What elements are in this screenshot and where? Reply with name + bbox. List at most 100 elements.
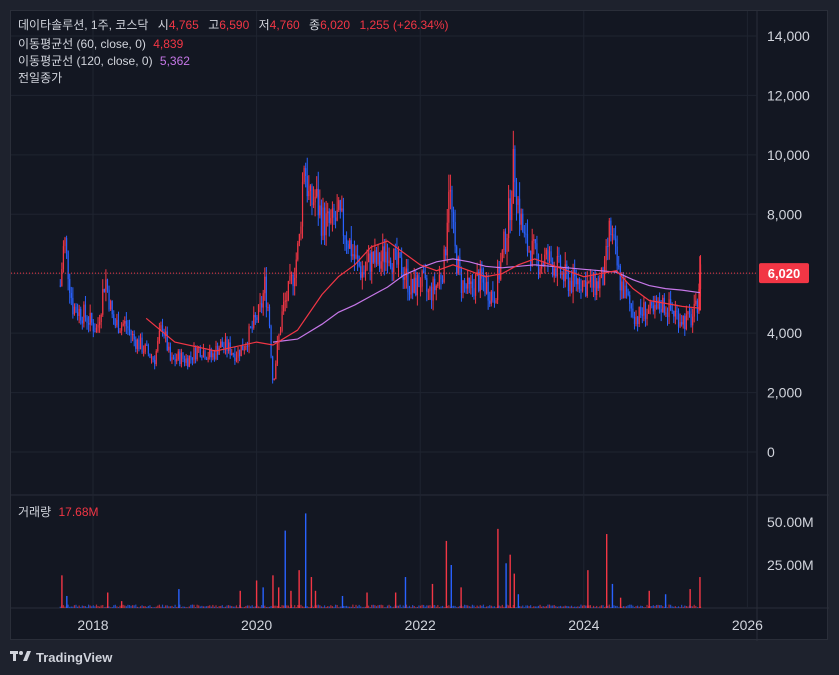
volume-bar	[465, 605, 467, 608]
volume-spike	[648, 590, 650, 608]
candle-body	[434, 278, 436, 291]
candle-body	[597, 281, 599, 289]
candle-body	[64, 238, 66, 247]
candle-body	[509, 198, 511, 221]
volume-bar	[569, 606, 571, 608]
volume-bar	[327, 606, 329, 608]
candle-body	[185, 358, 187, 363]
candle-body	[319, 205, 321, 216]
price-chart[interactable]: 14,00012,00010,0008,0006,0004,0002,00002…	[11, 11, 829, 641]
volume-bar	[194, 607, 197, 608]
volume-bar	[114, 604, 116, 608]
candle-body	[652, 305, 654, 312]
candle-body	[585, 280, 587, 296]
volume-bar	[124, 605, 126, 608]
watermark-text: TradingView	[36, 650, 113, 665]
volume-bar	[216, 607, 219, 608]
volume-bar	[391, 607, 393, 608]
candle-body	[272, 356, 274, 381]
volume-bar	[462, 606, 464, 608]
volume-bar	[610, 607, 612, 608]
volume-bar	[270, 605, 272, 608]
volume-bar	[330, 605, 332, 608]
volume-bar	[144, 606, 146, 608]
candle-body	[191, 357, 194, 360]
volume-bar	[294, 605, 296, 608]
volume-bar	[125, 606, 127, 608]
candle-body	[583, 280, 585, 282]
volume-bar	[80, 607, 82, 608]
candle-body	[254, 314, 256, 318]
volume-spike	[341, 595, 344, 608]
volume-bar	[597, 607, 599, 608]
legend-ma60[interactable]: 이동평균선 (60, close, 0) 4,839	[18, 37, 183, 51]
volume-bar	[673, 606, 675, 608]
legend-ma120[interactable]: 이동평균선 (120, close, 0) 5,362	[18, 54, 190, 68]
candle-body	[331, 208, 334, 219]
volume-bar	[412, 605, 414, 608]
volume-bar	[679, 607, 681, 608]
legend-prev-close[interactable]: 전일종가	[18, 71, 62, 85]
candle-body	[268, 306, 271, 327]
candle-body	[86, 317, 88, 324]
tradingview-watermark[interactable]: TradingView	[10, 650, 112, 665]
volume-bar	[237, 607, 239, 608]
candle-body	[121, 325, 123, 331]
candle-body	[283, 301, 285, 312]
candle-body	[102, 289, 104, 315]
candle-body	[174, 359, 176, 362]
candle-body	[695, 300, 697, 304]
volume-bar	[183, 606, 186, 608]
volume-bar	[355, 604, 357, 608]
legend-volume[interactable]: 거래량 17.68M	[18, 505, 99, 519]
candle-body	[640, 306, 642, 315]
volume-bar	[484, 607, 486, 608]
volume-bar	[202, 606, 205, 608]
candle-body	[218, 347, 220, 355]
volume-bar	[92, 605, 94, 608]
candle-body	[133, 333, 135, 340]
volume-bar	[358, 604, 360, 608]
candle-body	[673, 311, 675, 317]
volume-bar	[547, 604, 549, 608]
candle-body	[188, 355, 190, 367]
volume-bar	[319, 605, 321, 608]
volume-bar	[646, 604, 648, 608]
volume-bar	[350, 606, 352, 608]
volume-bar	[64, 606, 66, 608]
candle-body	[530, 250, 532, 266]
candle-body	[539, 268, 541, 275]
candle-body	[67, 251, 69, 280]
volume-bar	[67, 604, 69, 608]
candle-body	[492, 291, 494, 301]
volume-bar	[578, 606, 580, 608]
volume-bar	[526, 605, 529, 608]
candle-body	[375, 250, 378, 264]
volume-bar	[193, 604, 195, 608]
candle-body	[300, 226, 302, 234]
candle-body	[684, 316, 686, 330]
candle-body	[424, 273, 426, 279]
candle-body	[87, 323, 90, 325]
volume-spike	[314, 590, 317, 608]
volume-spike	[689, 589, 691, 608]
volume-bar	[652, 605, 654, 608]
candle-body	[536, 243, 538, 255]
y-tick-label: 12,000	[767, 87, 810, 103]
volume-bar	[166, 605, 168, 608]
volume-bar	[435, 606, 437, 608]
volume-bar	[69, 606, 71, 608]
volume-bar	[248, 605, 250, 608]
volume-bar	[492, 606, 494, 608]
candle-body	[454, 222, 456, 247]
candle-body	[320, 205, 323, 236]
candle-body	[314, 196, 316, 203]
candle-body	[149, 353, 151, 358]
candle-body	[234, 353, 236, 361]
candle-body	[468, 277, 470, 285]
candle-body	[632, 308, 634, 317]
volume-bar	[479, 605, 481, 608]
volume-bar	[640, 605, 642, 608]
volume-bar	[511, 607, 513, 608]
candle-body	[418, 275, 420, 288]
